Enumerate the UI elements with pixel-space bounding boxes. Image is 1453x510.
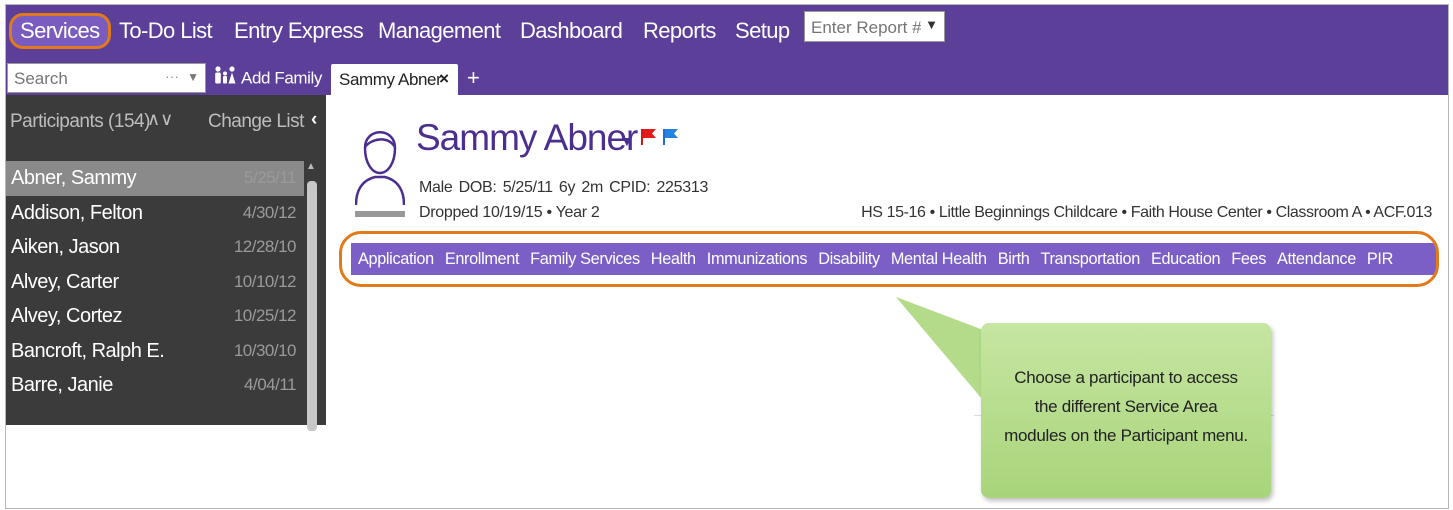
participant-dob: 4/04/11 <box>244 375 296 394</box>
family-icon <box>213 65 237 93</box>
participant-name: Alvey, Carter <box>11 270 119 293</box>
nav-management[interactable]: Management <box>378 16 501 46</box>
participant-name: Aiken, Jason <box>11 236 120 258</box>
menu-item-mental-health[interactable]: Mental Health <box>891 250 987 268</box>
participants-count-title: Participants (154) <box>10 111 150 132</box>
app-window: Services To-Do List Entry Express Manage… <box>5 4 1449 509</box>
participant-dob: 12/28/10 <box>233 237 297 256</box>
sub-toolbar: ··· ▼ Add Family Sammy Abner × + <box>6 61 1448 95</box>
report-number-input[interactable] <box>809 13 923 42</box>
list-item[interactable]: Bancroft, Ralph E. 10/30/10 <box>6 334 304 369</box>
nav-dashboard[interactable]: Dashboard <box>520 16 623 46</box>
list-item[interactable]: Barre, Janie 4/04/11 <box>6 368 304 403</box>
service-area-items: Application Enrollment Family Services Heal… <box>358 243 1404 275</box>
nav-reports[interactable]: Reports <box>643 16 716 46</box>
list-scrollbar-thumb[interactable] <box>307 181 317 431</box>
add-tab-button[interactable]: + <box>467 65 480 91</box>
list-item[interactable]: Abner, Sammy 5/25/11 <box>6 161 304 196</box>
participant-dob: 10/10/12 <box>233 271 297 291</box>
participant-name: Addison, Felton <box>11 201 143 224</box>
sidebar-header: Participants (154) ∧∨ Change List ‹ <box>6 95 326 155</box>
list-item[interactable]: Alvey, Carter 10/10/12 <box>6 265 304 300</box>
participant-status: Dropped 10/19/15 • Year 2 <box>419 204 600 221</box>
participant-name: Bancroft, Ralph E. <box>11 339 165 362</box>
participant-sidebar: Participants (154) ∧∨ Change List ‹ Abne… <box>6 95 326 431</box>
participant-dob: 4/30/12 <box>242 202 297 222</box>
top-nav: Services To-Do List Entry Express Manage… <box>6 5 1448 61</box>
nav-todo-list[interactable]: To-Do List <box>119 16 213 46</box>
report-number-field[interactable]: ▼ <box>804 11 945 42</box>
avatar-icon <box>354 113 406 219</box>
scroll-up-icon[interactable]: ▲ <box>306 161 316 172</box>
nav-entry-express[interactable]: Entry Express <box>234 16 364 46</box>
menu-item-transportation[interactable]: Transportation <box>1040 250 1140 268</box>
menu-item-birth[interactable]: Birth <box>998 250 1030 268</box>
participant-name: Barre, Janie <box>11 374 113 396</box>
menu-item-education[interactable]: Education <box>1151 250 1221 268</box>
instruction-callout: Choose a participant to access the diffe… <box>981 323 1271 498</box>
menu-item-immunizations[interactable]: Immunizations <box>707 250 808 268</box>
tab-label: Sammy Abner <box>339 70 442 89</box>
participant-name: Abner, Sammy <box>11 167 137 189</box>
tab-sammy-abner[interactable]: Sammy Abner × <box>331 64 458 95</box>
blue-flag-icon[interactable] <box>662 128 680 151</box>
participant-list: Abner, Sammy 5/25/11 Addison, Felton 4/3… <box>6 161 304 403</box>
callout-text: Choose a participant to access the diffe… <box>981 363 1271 450</box>
participant-search[interactable]: ··· ▼ <box>7 63 206 93</box>
list-item[interactable]: Addison, Felton 4/30/12 <box>6 196 304 231</box>
change-list-button[interactable]: Change List <box>208 111 304 133</box>
participant-demographics: Male DOB: 5/25/11 6y 2m CPID: 225313 <box>419 179 709 196</box>
participant-title: Sammy Abner <box>416 117 638 158</box>
add-family-button[interactable]: Add Family <box>213 65 322 91</box>
list-item[interactable]: Aiken, Jason 12/28/10 <box>6 230 304 265</box>
menu-item-disability[interactable]: Disability <box>818 250 880 268</box>
participant-dob: 5/25/11 <box>244 168 296 187</box>
search-options-icon[interactable]: ··· <box>165 68 179 84</box>
menu-item-pir[interactable]: PIR <box>1367 250 1393 268</box>
menu-item-enrollment[interactable]: Enrollment <box>445 250 520 268</box>
collapse-chevron-icon[interactable]: ‹ <box>311 109 317 131</box>
service-area-menu: Application Enrollment Family Services Heal… <box>351 243 1436 275</box>
participant-dob: 10/25/12 <box>233 306 297 325</box>
participant-name: Alvey, Cortez <box>11 305 122 327</box>
participant-program-info: HS 15-16 • Little Beginnings Childcare •… <box>861 204 1432 221</box>
search-input[interactable] <box>12 65 156 93</box>
menu-item-attendance[interactable]: Attendance <box>1277 250 1356 268</box>
participant-menu-chevron-icon[interactable]: ▼ <box>620 133 634 149</box>
menu-item-health[interactable]: Health <box>651 250 696 268</box>
add-family-label: Add Family <box>241 68 323 88</box>
report-dropdown-icon[interactable]: ▼ <box>925 17 938 32</box>
nav-setup[interactable]: Setup <box>735 16 790 46</box>
participant-dob: 10/30/10 <box>233 340 297 360</box>
menu-item-family-services[interactable]: Family Services <box>530 250 640 268</box>
callout-line-1: Choose a participant to access <box>1014 368 1238 387</box>
search-dropdown-icon[interactable]: ▼ <box>187 70 199 84</box>
callout-line-2: the different Service Area <box>1034 397 1218 416</box>
sort-arrows-icon[interactable]: ∧∨ <box>147 109 173 130</box>
nav-services[interactable]: Services <box>9 13 111 49</box>
callout-line-3: modules on the Participant menu. <box>1004 426 1248 445</box>
menu-item-application[interactable]: Application <box>358 250 434 268</box>
menu-item-fees[interactable]: Fees <box>1231 250 1266 268</box>
list-item[interactable]: Alvey, Cortez 10/25/12 <box>6 299 304 334</box>
red-flag-icon[interactable] <box>640 128 658 151</box>
close-tab-icon[interactable]: × <box>439 69 449 89</box>
